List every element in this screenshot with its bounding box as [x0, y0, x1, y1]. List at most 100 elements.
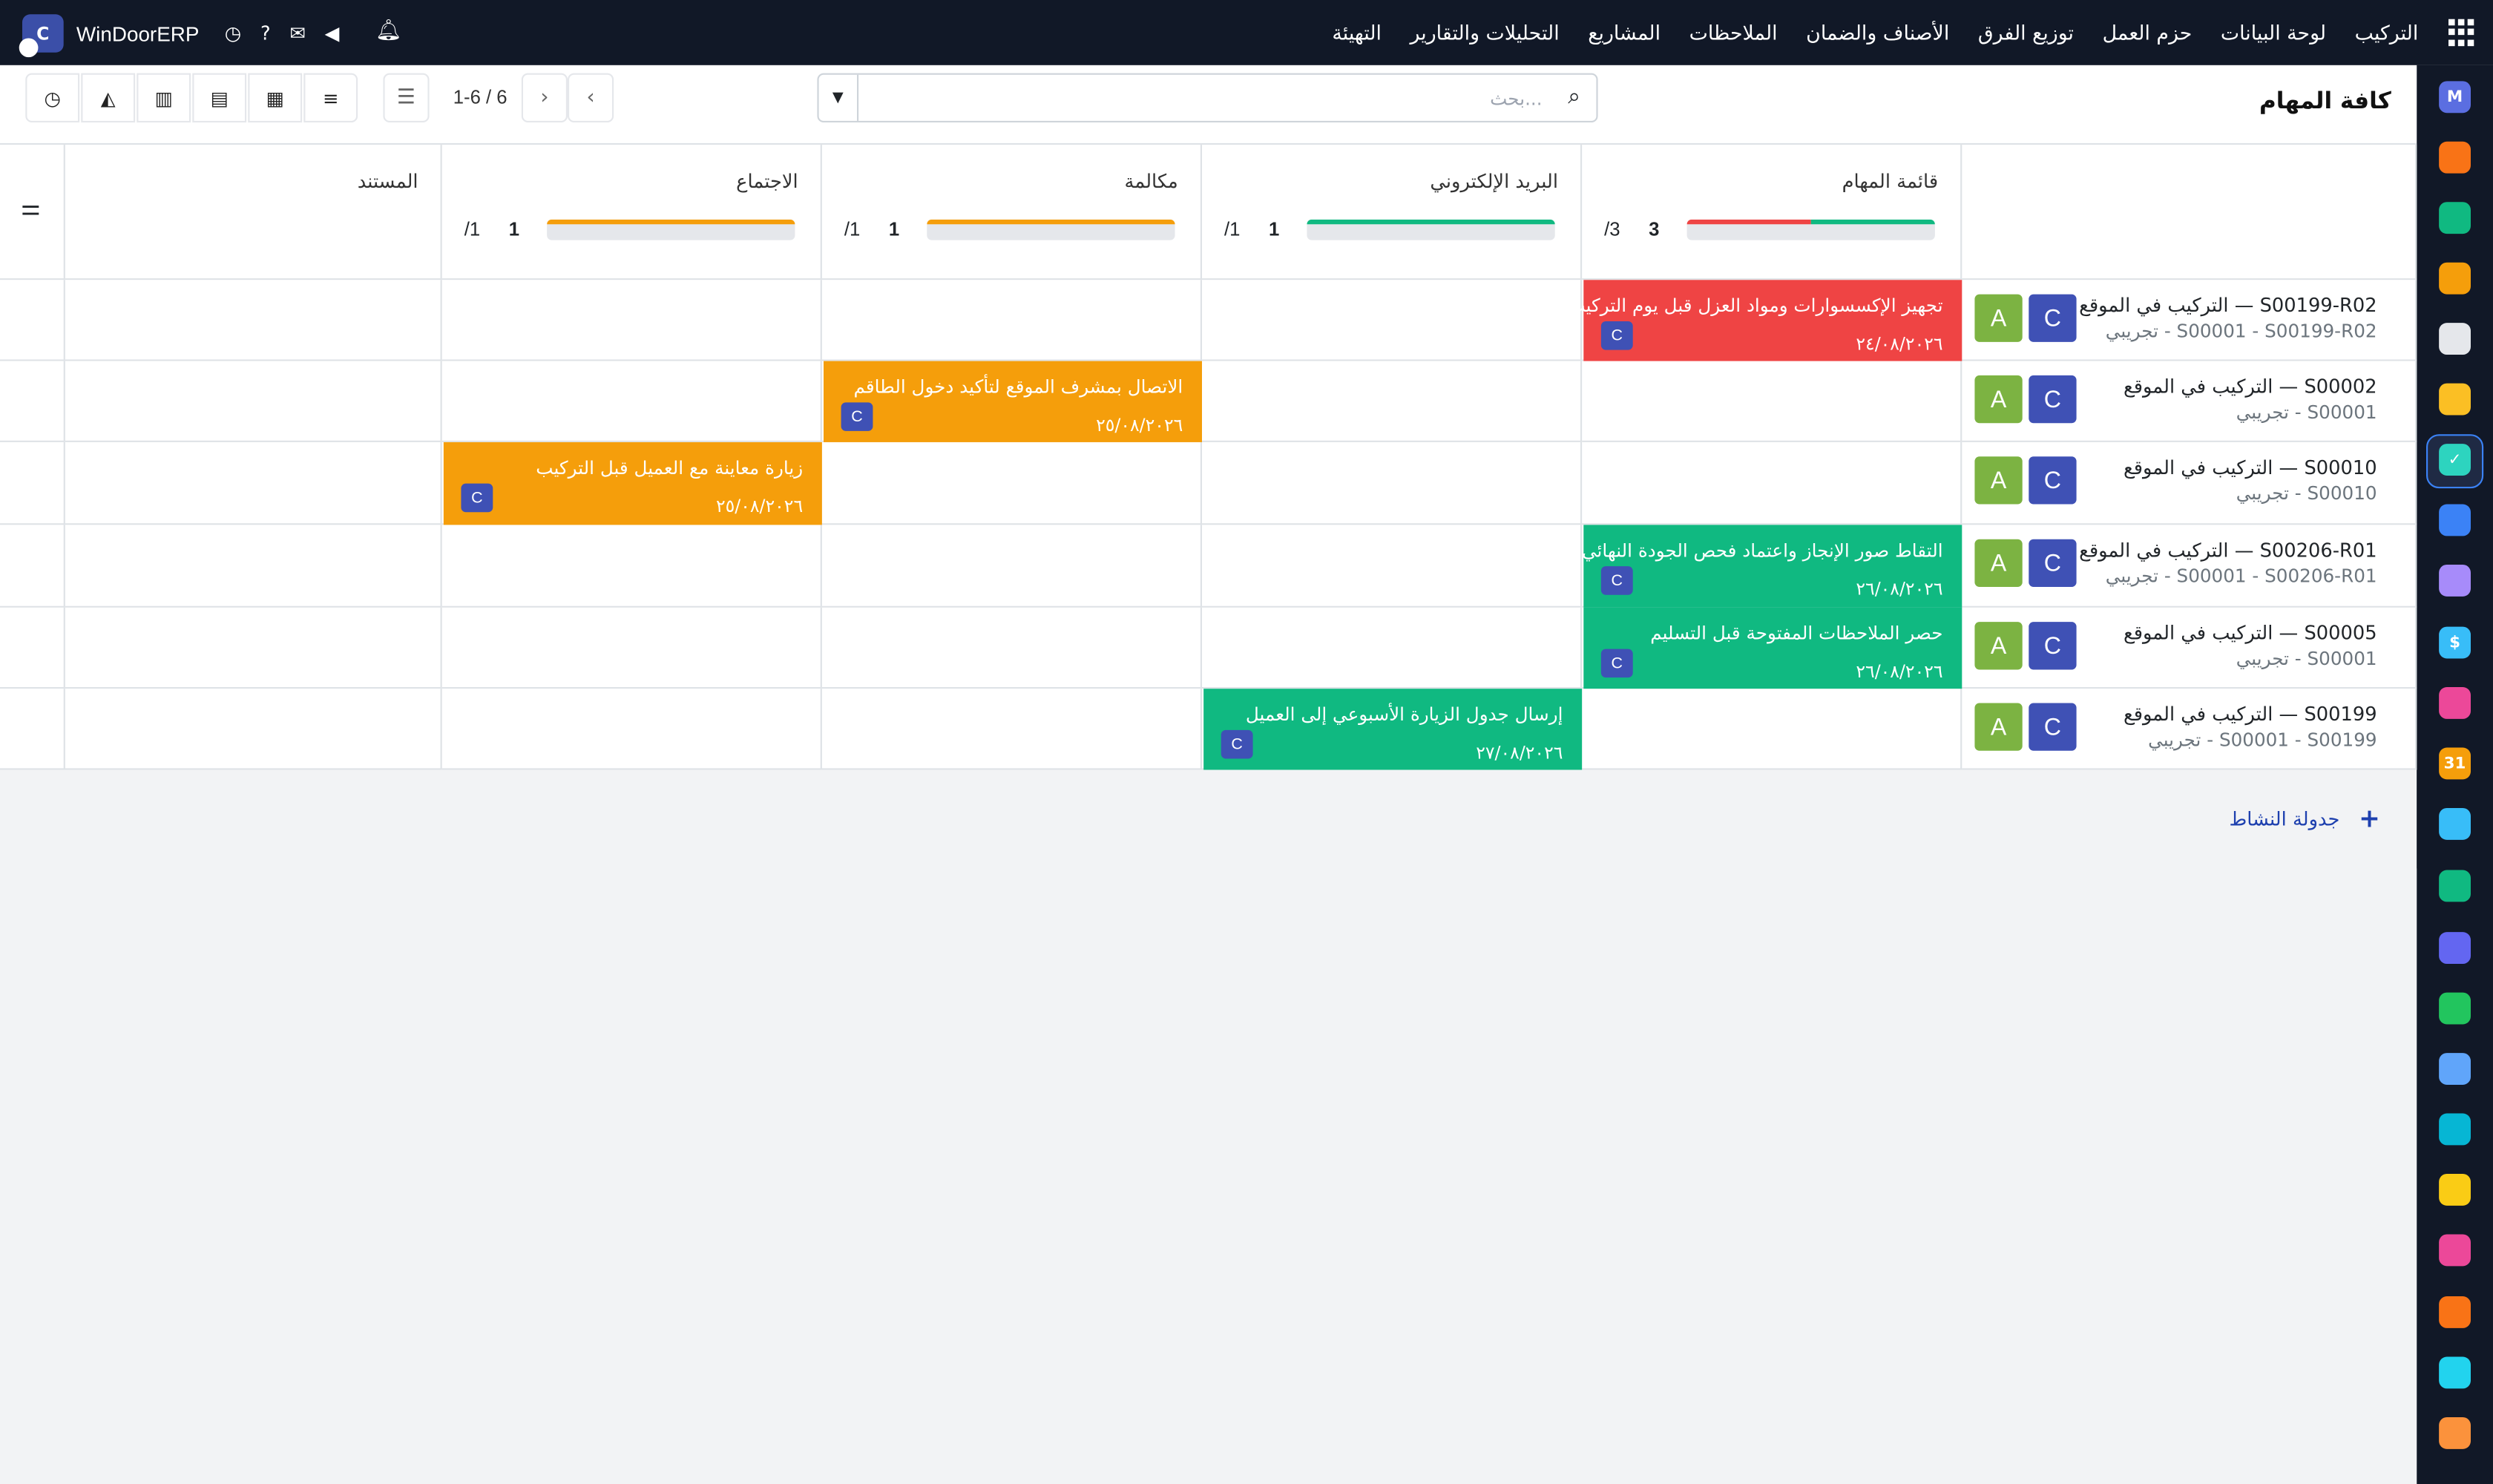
avatar[interactable]: A: [1974, 456, 2023, 505]
activity-cell[interactable]: [1202, 361, 1583, 442]
column-header[interactable]: البريد الإلكتروني 1/1: [1202, 145, 1583, 280]
record-cell[interactable]: التركيب في الموقع — S00199-R02 تجريبي - S…: [1962, 280, 2417, 361]
activity-cell[interactable]: [1582, 361, 1962, 442]
chat-icon[interactable]: ✉: [289, 22, 306, 45]
clock-icon[interactable]: ◷: [225, 22, 241, 45]
box-icon[interactable]: [2439, 323, 2471, 355]
search-input[interactable]: بحث...: [1490, 88, 1542, 110]
sliders-icon[interactable]: ⚌: [21, 196, 41, 221]
menu-item[interactable]: حزم العمل: [2088, 21, 2206, 45]
activity-cell[interactable]: [65, 280, 442, 361]
avatar[interactable]: A: [1974, 703, 2023, 751]
record-title[interactable]: التركيب في الموقع — S00206-R01: [2079, 539, 2377, 562]
record-title[interactable]: التركيب في الموقع — S00002: [2124, 375, 2377, 398]
activity-cell[interactable]: [1202, 441, 1583, 525]
activity-block[interactable]: زيارة معاينة مع العميل قبل التركيب ٢٥/٠٨/…: [443, 441, 822, 525]
pen-icon[interactable]: [2439, 807, 2471, 840]
activity-cell[interactable]: [65, 441, 442, 525]
activity-cell[interactable]: [65, 607, 442, 689]
activity-cell[interactable]: [441, 689, 822, 770]
help-icon[interactable]: ?: [260, 22, 271, 45]
avatar[interactable]: A: [1974, 294, 2023, 342]
column-header[interactable]: مكالمة 1/1: [821, 145, 1202, 280]
package-icon[interactable]: [2439, 564, 2471, 597]
company-logo[interactable]: C: [19, 14, 64, 58]
record-cell[interactable]: التركيب في الموقع — S00206-R01 تجريبي - S…: [1962, 525, 2417, 608]
brand[interactable]: C WinDoorERP ◷ ? ✉ ◀: [19, 14, 340, 58]
avatar[interactable]: C: [2029, 703, 2077, 751]
avatar[interactable]: C: [2029, 456, 2077, 505]
avatar[interactable]: C: [2029, 294, 2077, 342]
avatar[interactable]: A: [1974, 539, 2023, 587]
calendar-view-button[interactable]: ▤: [192, 73, 247, 123]
activity-view-button[interactable]: ◷: [25, 73, 80, 123]
record-cell[interactable]: التركيب في الموقع — S00010 تجريبي - S0001…: [1962, 441, 2417, 525]
avatar[interactable]: A: [1974, 375, 2023, 424]
apps-icon[interactable]: [2448, 18, 2477, 47]
menu-item[interactable]: توزيع الفرق: [1964, 21, 2089, 45]
assignee-avatar[interactable]: C: [1221, 729, 1253, 759]
activity-block[interactable]: الاتصال بمشرف الموقع لتأكيد دخول الطاقم ٢…: [824, 361, 1202, 442]
search-bar[interactable]: ▼ بحث... ⌕: [817, 73, 1598, 123]
activity-cell[interactable]: [1582, 689, 1962, 770]
activity-cell[interactable]: [441, 525, 822, 608]
list-view-button[interactable]: ≡: [303, 73, 358, 123]
record-title[interactable]: التركيب في الموقع — S00199-R02: [2079, 295, 2377, 317]
menu-item[interactable]: المشاريع: [1574, 21, 1675, 45]
assignee-avatar[interactable]: C: [461, 483, 493, 513]
record-title[interactable]: التركيب في الموقع — S00199: [2124, 703, 2377, 725]
dashboard-icon[interactable]: [2439, 932, 2471, 965]
check-icon[interactable]: ✓: [2439, 444, 2471, 476]
kanban-view-button[interactable]: ▦: [248, 73, 303, 123]
cube-icon[interactable]: [2439, 1296, 2471, 1328]
megaphone-icon[interactable]: ◀: [325, 22, 340, 45]
filter-settings-button[interactable]: ☰: [383, 73, 430, 123]
team-icon[interactable]: [2439, 687, 2471, 719]
avatar[interactable]: C: [2029, 375, 2077, 424]
assignee-avatar[interactable]: C: [1600, 321, 1633, 350]
chat-bubble-icon[interactable]: [2439, 141, 2471, 174]
company-name[interactable]: WinDoorERP: [76, 22, 200, 45]
assignee-avatar[interactable]: C: [1600, 649, 1633, 678]
schedule-activity-link[interactable]: + جدولة النشاط: [2229, 804, 2379, 834]
activity-cell[interactable]: [441, 607, 822, 689]
pager-value[interactable]: 1-6 / 6: [453, 86, 508, 108]
pie-icon[interactable]: [2439, 1356, 2471, 1389]
menu-item[interactable]: التركيب: [2340, 21, 2432, 45]
dollar-icon[interactable]: $: [2439, 626, 2471, 659]
activity-cell[interactable]: [65, 525, 442, 608]
activity-cell[interactable]: [821, 607, 1202, 689]
wave-icon[interactable]: [2439, 1113, 2471, 1146]
column-header[interactable]: قائمة المهام 3/3: [1582, 145, 1962, 280]
activity-block[interactable]: تجهيز الإكسسوارات ومواد العزل قبل يوم ال…: [1568, 280, 1962, 361]
menu-item[interactable]: الأصناف والضمان: [1792, 21, 1964, 45]
menu-item[interactable]: التهيئة: [1318, 21, 1396, 45]
activity-cell[interactable]: [821, 441, 1202, 525]
image-icon[interactable]: [2439, 383, 2471, 416]
hexagon-icon[interactable]: [2439, 1416, 2471, 1449]
avatar[interactable]: A: [1974, 622, 2023, 670]
column-header[interactable]: المستند: [65, 145, 442, 280]
column-settings-header[interactable]: ⚌: [0, 145, 65, 280]
contact-icon[interactable]: [2439, 870, 2471, 902]
activity-cell[interactable]: [1202, 607, 1583, 689]
activity-cell[interactable]: [441, 361, 822, 442]
activity-cell[interactable]: [441, 280, 822, 361]
assignee-avatar[interactable]: C: [1600, 566, 1633, 595]
search-dropdown-toggle[interactable]: ▼: [819, 74, 859, 121]
gauge-icon[interactable]: [2439, 1053, 2471, 1085]
pager-next-button[interactable]: ‹: [568, 73, 614, 123]
menu-item[interactable]: لوحة البيانات: [2207, 21, 2341, 45]
activity-cell[interactable]: [1582, 441, 1962, 525]
assignee-avatar[interactable]: C: [841, 402, 873, 431]
activity-cell[interactable]: [821, 689, 1202, 770]
m-app-icon[interactable]: M: [2439, 81, 2471, 114]
pivot-view-button[interactable]: ▥: [137, 73, 191, 123]
send-icon[interactable]: [2439, 1173, 2471, 1206]
activity-cell[interactable]: [1202, 280, 1583, 361]
bar-chart-icon[interactable]: [2439, 262, 2471, 295]
activity-block[interactable]: التقاط صور الإنجاز واعتماد فحص الجودة ال…: [1582, 525, 1962, 608]
graph-view-button[interactable]: ◭: [81, 73, 136, 123]
activity-cell[interactable]: [821, 525, 1202, 608]
book-icon[interactable]: [2439, 504, 2471, 536]
